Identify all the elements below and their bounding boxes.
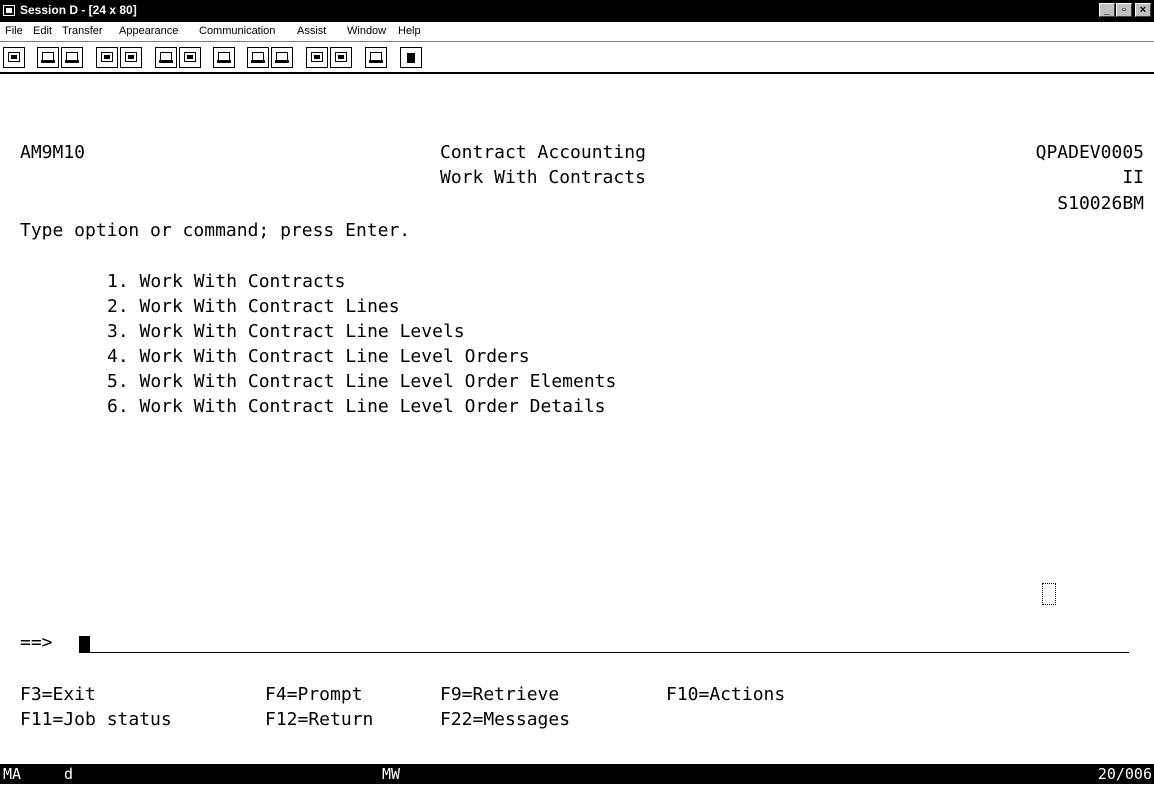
stop-icon[interactable] [400, 47, 422, 68]
menu-help[interactable]: Help [398, 25, 421, 37]
paste-icon[interactable] [61, 47, 83, 68]
window-controls: _ ▫ × [1098, 3, 1151, 17]
instruction-text: Type option or command; press Enter. [20, 220, 411, 241]
status-mode: MA [3, 765, 22, 783]
menu-edit[interactable]: Edit [33, 25, 52, 37]
window-title: Session D - [24 x 80] [20, 3, 137, 17]
page-subtitle: Work With Contracts [440, 167, 646, 188]
environment-code: II [1122, 167, 1144, 188]
menu-option-3[interactable]: 3. Work With Contract Line Levels [107, 321, 465, 343]
page-title: Contract Accounting [440, 142, 646, 163]
chart-icon[interactable] [213, 47, 235, 68]
status-indicator: MW [382, 765, 401, 783]
menu-window[interactable]: Window [347, 25, 386, 37]
text-cursor [79, 636, 90, 652]
fkey-return[interactable]: F12=Return [265, 709, 373, 731]
status-bar: MA d MW 20/006 [0, 764, 1154, 784]
menu-transfer[interactable]: Transfer [62, 25, 103, 37]
macro-play-icon[interactable] [155, 47, 177, 68]
receive-icon[interactable] [120, 47, 142, 68]
fkey-prompt[interactable]: F4=Prompt [265, 684, 363, 706]
fkey-exit[interactable]: F3=Exit [20, 684, 96, 706]
fkey-messages[interactable]: F22=Messages [440, 709, 570, 731]
menu-option-2[interactable]: 2. Work With Contract Lines [107, 296, 400, 318]
menu-option-6[interactable]: 6. Work With Contract Line Level Order D… [107, 396, 606, 418]
command-prompt: ==> [20, 632, 53, 653]
menu-option-5[interactable]: 5. Work With Contract Line Level Order E… [107, 371, 616, 393]
terminal-screen[interactable]: AM9M10 Contract Accounting QPADEV0005 Wo… [0, 74, 1154, 764]
menu-file[interactable]: File [5, 25, 23, 37]
command-underline [79, 652, 1129, 653]
device-name: QPADEV0005 [1035, 142, 1144, 163]
toolbar [0, 42, 1154, 74]
menu-bar: File Edit Transfer Appearance Communicat… [0, 22, 1154, 42]
print-screen-icon[interactable] [3, 47, 25, 68]
fkey-retrieve[interactable]: F9=Retrieve [440, 684, 559, 706]
minimize-button[interactable]: _ [1099, 3, 1115, 17]
menu-communication[interactable]: Communication [199, 25, 275, 37]
macro-record-icon[interactable] [179, 47, 201, 68]
menu-appearance[interactable]: Appearance [119, 25, 178, 37]
bottom-margin [0, 784, 1154, 798]
menu-option-4[interactable]: 4. Work With Contract Line Level Orders [107, 346, 530, 368]
send-icon[interactable] [96, 47, 118, 68]
record-stop-icon[interactable] [271, 47, 293, 68]
fkey-actions[interactable]: F10=Actions [666, 684, 785, 706]
maximize-button[interactable]: ▫ [1116, 3, 1132, 17]
program-id: AM9M10 [20, 142, 86, 163]
system-name: S10026BM [1057, 193, 1144, 214]
transfer-up-icon[interactable] [306, 47, 328, 68]
title-bar: Session D - [24 x 80] _ ▫ × [0, 0, 1154, 22]
cursor-position: 20/006 [1097, 765, 1152, 783]
clipboard-icon[interactable] [365, 47, 387, 68]
status-session: d [64, 765, 74, 783]
transfer-down-icon[interactable] [330, 47, 352, 68]
menu-option-1[interactable]: 1. Work With Contracts [107, 271, 345, 293]
fkey-job-status[interactable]: F11=Job status [20, 709, 172, 731]
copy-icon[interactable] [37, 47, 59, 68]
record-start-icon[interactable] [247, 47, 269, 68]
selection-box [1042, 583, 1056, 605]
menu-assist[interactable]: Assist [297, 25, 326, 37]
app-icon[interactable] [3, 5, 15, 16]
close-button[interactable]: × [1135, 3, 1151, 17]
